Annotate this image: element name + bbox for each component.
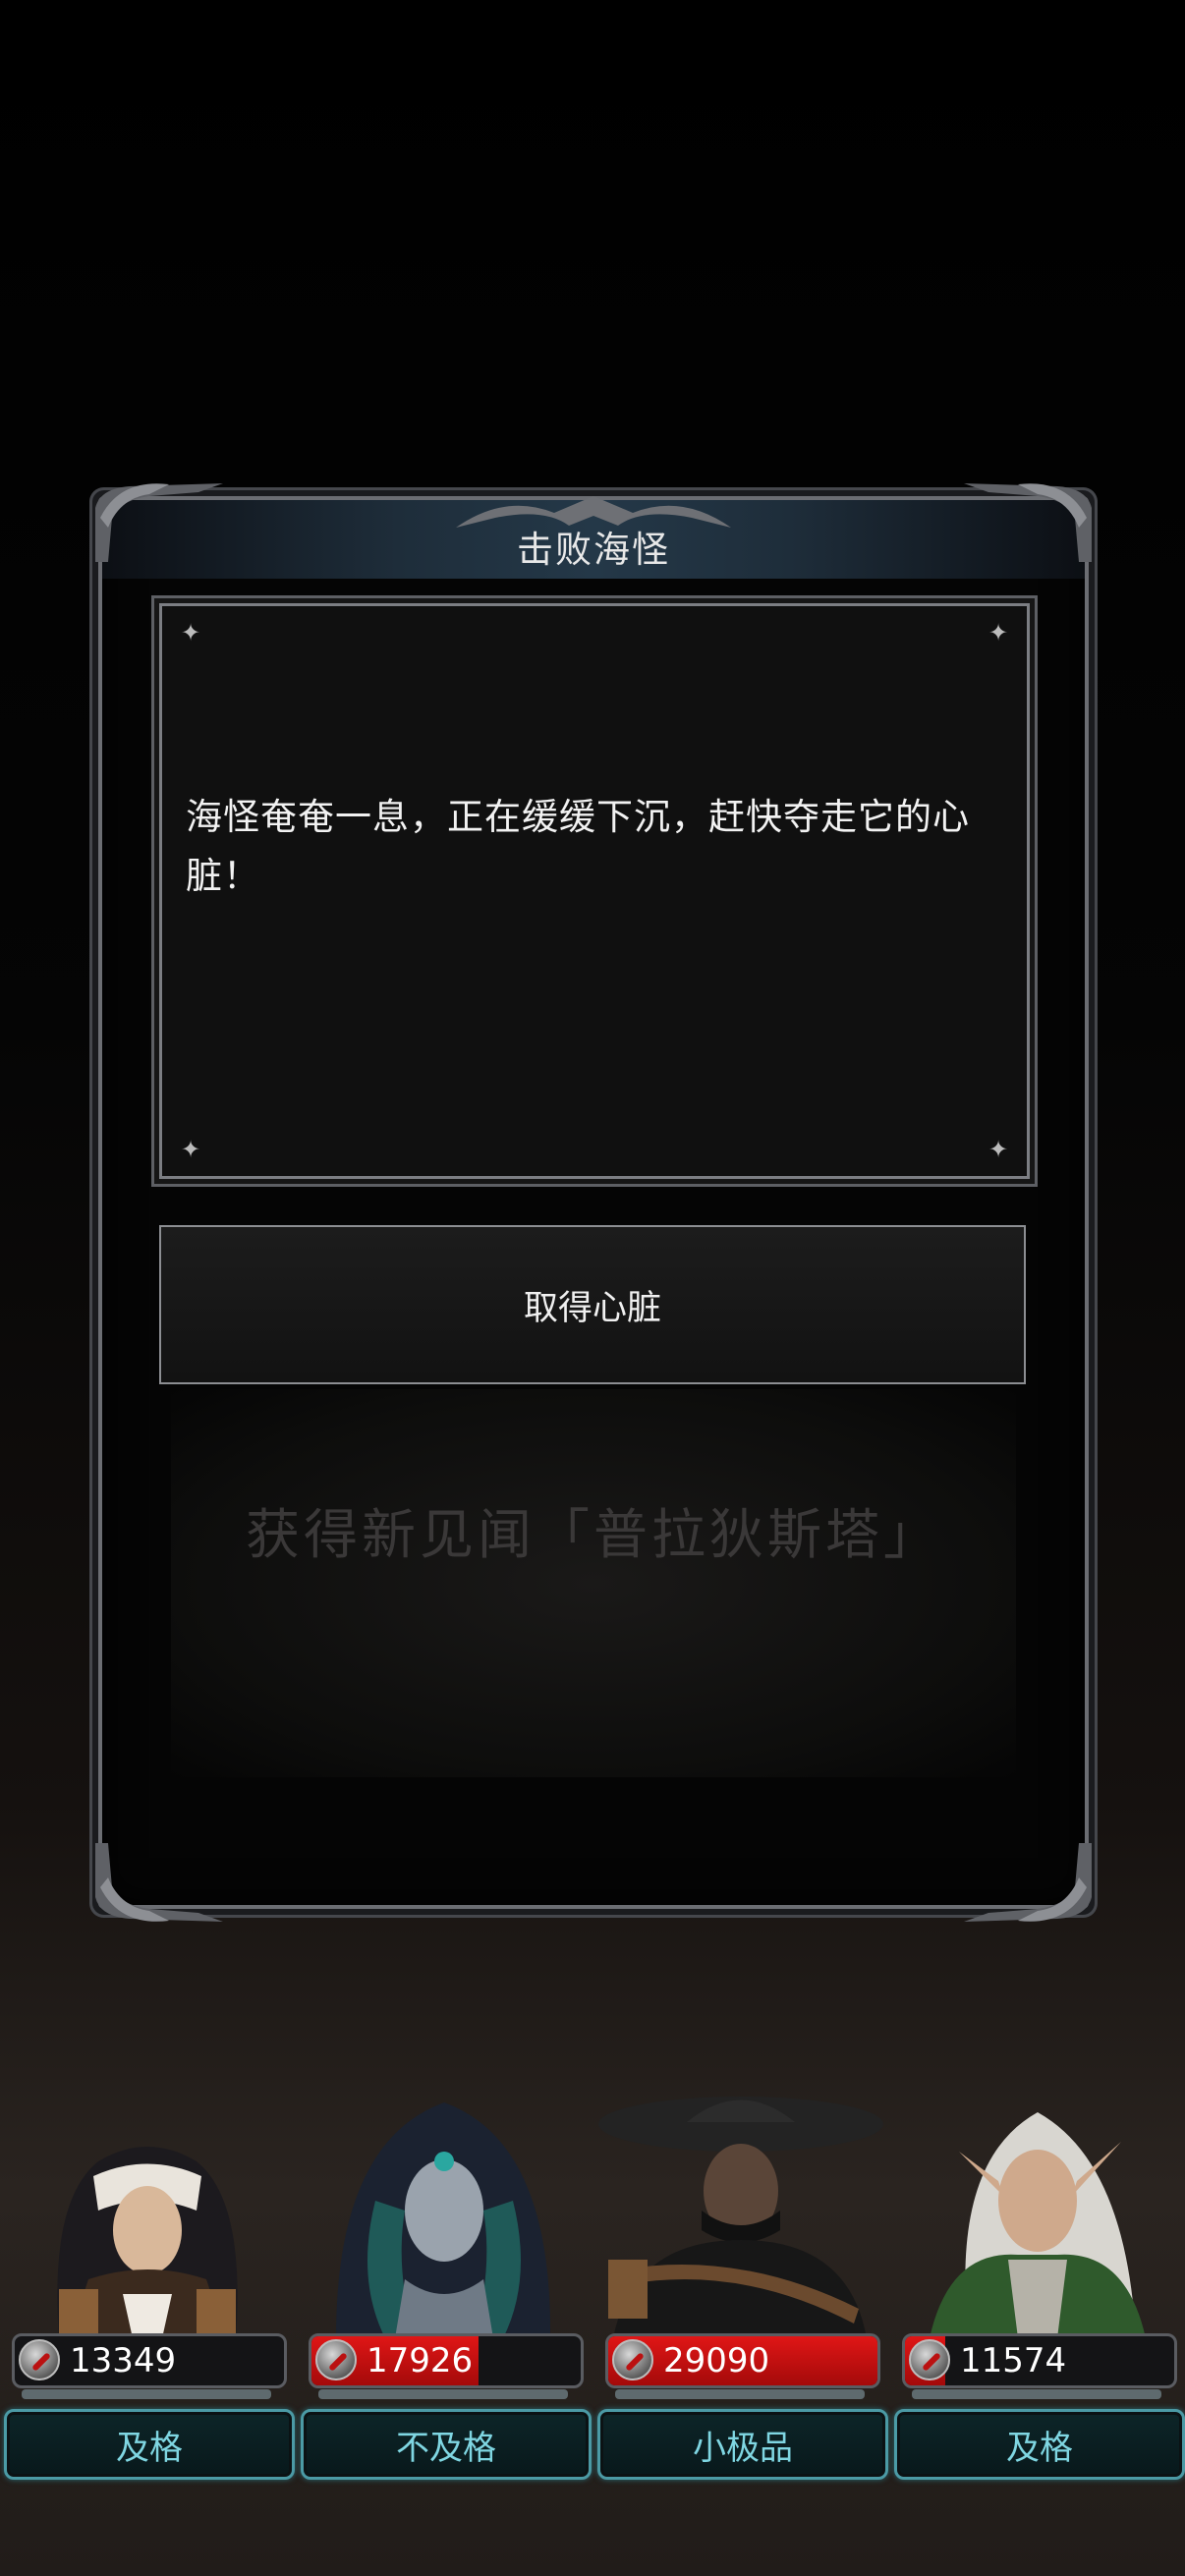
sub-bar [615,2389,865,2399]
sword-icon [315,2339,357,2380]
party-bar: 13349 及格 17926 不及格 29090 小极品 11574 及格 [0,2083,1185,2495]
corner-ornament-icon [964,1843,1092,1922]
game-screen: 击败海怪 ✦ ✦ ✦ ✦ 海怪奄奄一息，正在缓缓下沉，赶快夺走它的心脏！ 取得心… [0,0,1185,2576]
story-panel: ✦ ✦ ✦ ✦ 海怪奄奄一息，正在缓缓下沉，赶快夺走它的心脏！ [159,603,1030,1179]
party-member-2[interactable]: 17926 不及格 [297,2083,592,2486]
hatted-warrior-portrait [598,2097,883,2338]
power-bar: 17926 [309,2333,584,2388]
grade-button[interactable]: 及格 [4,2409,295,2480]
power-bar: 29090 [605,2333,880,2388]
sparkle-icon: ✦ [988,619,1009,646]
party-member-1[interactable]: 13349 及格 [0,2083,295,2486]
power-value: 17926 [367,2341,474,2380]
grade-button[interactable]: 小极品 [597,2409,888,2480]
nun-portrait [57,2147,238,2338]
sub-bar [318,2389,568,2399]
power-value: 11574 [960,2341,1067,2380]
dialog-title: 击败海怪 [517,529,670,571]
power-bar: 13349 [12,2333,287,2388]
story-text: 海怪奄奄一息，正在缓缓下沉，赶快夺走它的心脏！ [186,796,970,897]
sub-bar [22,2389,271,2399]
new-knowledge-notice: 获得新见闻「普拉狄斯塔」 [245,1503,941,1566]
sword-icon [19,2339,60,2380]
event-dialog: 击败海怪 ✦ ✦ ✦ ✦ 海怪奄奄一息，正在缓缓下沉，赶快夺走它的心脏！ 取得心… [95,483,1092,1922]
sword-icon [612,2339,653,2380]
power-value: 13349 [70,2341,177,2380]
party-member-3[interactable]: 29090 小极品 [593,2083,888,2486]
corner-ornament-icon [95,1843,223,1922]
take-heart-button[interactable]: 取得心脏 [159,1225,1026,1384]
party-member-4[interactable]: 11574 及格 [890,2083,1185,2486]
sparkle-icon: ✦ [180,1136,201,1163]
sparkle-icon: ✦ [988,1136,1009,1163]
hooded-sorceress-portrait [336,2102,551,2338]
power-bar: 11574 [902,2333,1177,2388]
elf-portrait [930,2112,1146,2338]
sparkle-icon: ✦ [180,619,201,646]
grade-button[interactable]: 不及格 [301,2409,592,2480]
notice-background [171,1389,1016,1777]
grade-button[interactable]: 及格 [894,2409,1185,2480]
sword-icon [909,2339,950,2380]
sub-bar [912,2389,1161,2399]
power-value: 29090 [663,2341,770,2380]
